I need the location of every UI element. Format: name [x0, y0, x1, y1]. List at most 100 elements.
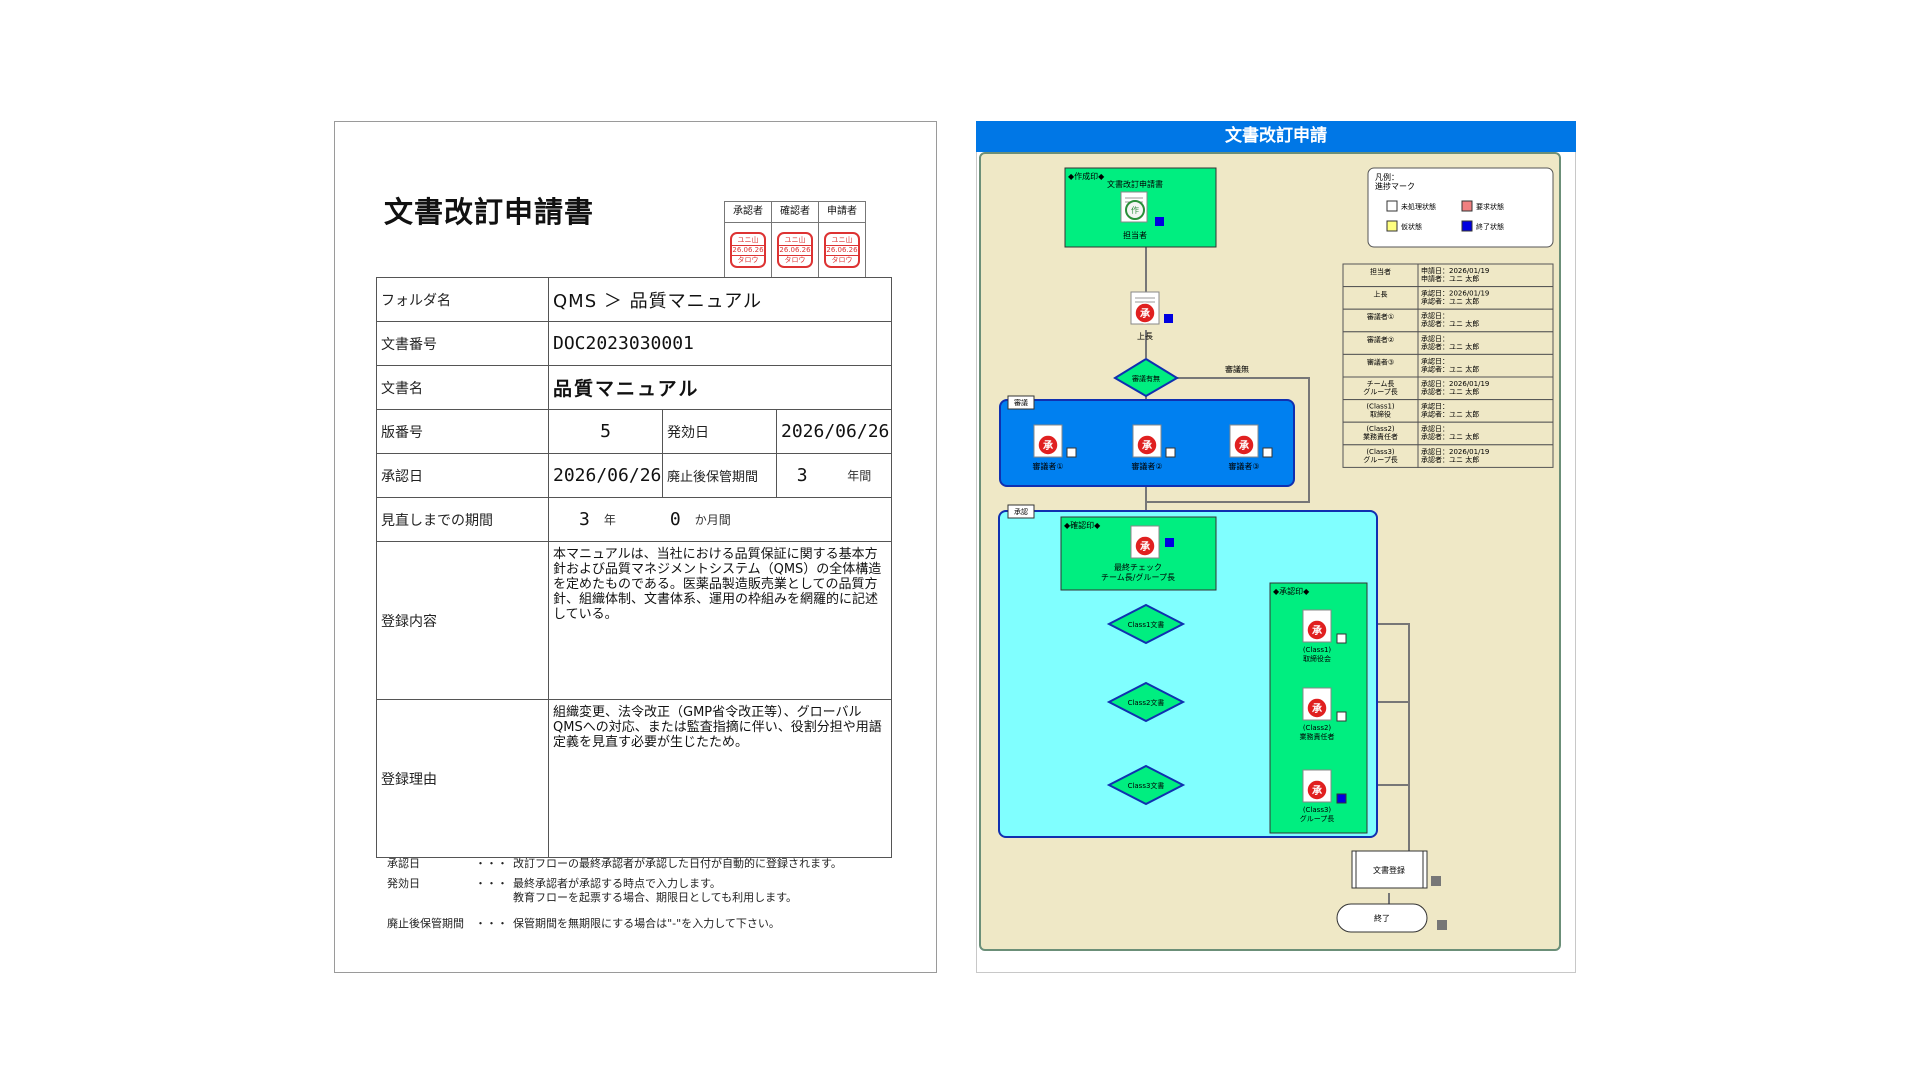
- row-version: 版番号 5 発効日 2026/06/26: [376, 410, 892, 454]
- status-detail: 承認者：ユニ 太郎: [1421, 387, 1479, 396]
- stamp-header-confirmer: 確認者: [772, 202, 818, 223]
- effective-date-value: 2026/06/26: [776, 410, 892, 453]
- doc-name-label: 文書名: [376, 366, 548, 409]
- approver-seal: ユニ山 26.06.26 タロウ: [730, 232, 766, 268]
- status-detail: 承認者：ユニ 太郎: [1421, 364, 1479, 373]
- status-row: 担当者 申請日：2026/01/19申請者：ユニ 太郎: [1342, 263, 1554, 288]
- status-row: チーム長グループ長 承認日：2026/01/19承認者：ユニ 太郎: [1342, 376, 1554, 401]
- status-row: (Class2)業務責任者 承認日：承認者：ユニ 太郎: [1342, 421, 1554, 446]
- boss-label: 上長: [1137, 332, 1153, 341]
- status-detail: 承認者：ユニ 太郎: [1421, 410, 1479, 419]
- svg-text:承: 承: [1142, 440, 1152, 452]
- review-years-unit: 年: [603, 513, 616, 527]
- status-row: 上長 承認日：2026/01/19承認者：ユニ 太郎: [1342, 286, 1554, 310]
- version-label: 版番号: [376, 410, 548, 453]
- end-status-mark: [1437, 920, 1447, 930]
- approval-date-value: 2026/06/26: [548, 454, 662, 497]
- form-grid: フォルダ名 QMS ＞ 品質マニュアル 文書番号 DOC2023030001 文…: [376, 277, 892, 858]
- approval-date-label: 承認日: [376, 454, 548, 497]
- document-title: 文書改訂申請書: [384, 195, 595, 229]
- status-row: (Class1)取締役 承認日：承認者：ユニ 太郎: [1342, 399, 1554, 423]
- review-period-cell: 3 年 0 か月間: [548, 498, 892, 541]
- retention-unit: 年間: [847, 469, 872, 483]
- legend-subtitle: 進捗マーク: [1375, 181, 1415, 191]
- note-effective-date: 発効日 ・・・ 最終承認者が承認する時点で入力します。: [387, 877, 721, 890]
- review-period-label: 見直しまでの期間: [376, 498, 548, 541]
- end-label: 終了: [1374, 913, 1390, 923]
- legend-item-completed: 終了状態: [1461, 220, 1504, 232]
- status-detail: 承認者：ユニ 太郎: [1421, 455, 1479, 464]
- legend-item-provisional: 仮状態: [1386, 220, 1422, 232]
- effective-date-label: 発効日: [662, 410, 776, 453]
- stamp-column-confirmer: 確認者 ユニ山 26.06.26 タロウ: [772, 202, 819, 277]
- stamp-column-applicant: 申請者 ユニ山 26.06.26 タロウ: [819, 202, 865, 277]
- svg-text:承: 承: [1312, 785, 1322, 797]
- register-label: 文書登録: [1373, 865, 1405, 875]
- doc-name-value: 品質マニュアル: [548, 366, 892, 409]
- svg-text:(Class1): (Class1): [1303, 646, 1332, 654]
- folder-label: フォルダ名: [376, 278, 548, 321]
- status-role: 上長: [1374, 290, 1388, 299]
- legend-item-unprocessed: 未処理状態: [1386, 200, 1436, 212]
- svg-text:終了状態: 終了状態: [1476, 222, 1504, 231]
- svg-text:作: 作: [1131, 205, 1139, 215]
- stamp-column-approver: 承認者 ユニ山 26.06.26 タロウ: [725, 202, 772, 277]
- status-detail: 承認日：2026/01/19: [1421, 289, 1489, 298]
- status-detail: 承認日：2026/01/19: [1421, 379, 1489, 388]
- row-folder: フォルダ名 QMS ＞ 品質マニュアル: [376, 278, 892, 322]
- create-node-person: 担当者: [1123, 230, 1147, 240]
- svg-text:グループ長: グループ長: [1300, 814, 1335, 823]
- status-role: (Class1): [1366, 403, 1395, 411]
- status-detail: 承認者：ユニ 太郎: [1421, 432, 1479, 441]
- status-row: 審議者① 承認日：承認者：ユニ 太郎: [1342, 308, 1554, 333]
- note-education-flow: 教育フローを起票する場合、期限日としても利用します。: [513, 891, 798, 904]
- row-content: 登録内容 本マニュアルは、当社における品質保証に関する基本方針および品質マネジメ…: [376, 542, 892, 700]
- status-role: 取締役: [1370, 410, 1391, 419]
- review-none-label: 審議無: [1225, 364, 1249, 374]
- register-status-mark: [1431, 876, 1441, 886]
- doc-number-label: 文書番号: [376, 322, 548, 365]
- status-detail: 承認日：: [1421, 356, 1449, 365]
- reason-label: 登録理由: [376, 700, 548, 857]
- class3-label: Class3文書: [1128, 781, 1165, 790]
- status-role: 審議者①: [1367, 312, 1394, 321]
- status-role: 業務責任者: [1363, 432, 1398, 441]
- status-detail: 承認日：: [1421, 402, 1449, 411]
- create-node-title: 文書改訂申請書: [1107, 179, 1163, 189]
- doc-number-value: DOC2023030001: [548, 322, 892, 365]
- content-label: 登録内容: [376, 542, 548, 699]
- create-document-icon: 作: [1120, 191, 1148, 223]
- status-role: グループ長: [1363, 387, 1398, 396]
- footnotes: 承認日 ・・・ 改訂フローの最終承認者が承認した日付が自動的に登録されます。 発効日…: [387, 857, 927, 931]
- review-years-value: 3: [579, 509, 590, 530]
- status-detail: 承認者：ユニ 太郎: [1421, 342, 1479, 351]
- note-retention: 廃止後保管期間 ・・・ 保管期間を無期限にする場合は"-"を入力して下さい。: [387, 917, 780, 930]
- status-table: 担当者 申請日：2026/01/19申請者：ユニ 太郎上長 承認日：2026/01/…: [1342, 263, 1554, 468]
- status-detail: 申請者：ユニ 太郎: [1421, 274, 1479, 283]
- application-form-document: 文書改訂申請書 承認者 ユニ山 26.06.26 タロウ 確認者 ユニ山 26.06.…: [334, 121, 937, 973]
- confirm-seal-icon: 承: [1130, 525, 1160, 559]
- svg-text:取締役会: 取締役会: [1303, 654, 1331, 663]
- legend-item-requested: 要求状態: [1461, 200, 1504, 212]
- status-role: (Class3): [1366, 448, 1395, 456]
- folder-value: QMS ＞ 品質マニュアル: [548, 278, 892, 321]
- review-months-unit: か月間: [694, 513, 731, 527]
- svg-text:承: 承: [1140, 541, 1150, 553]
- create-status-mark: [1155, 217, 1164, 226]
- confirm-node-header: ◆確認印◆: [1064, 520, 1101, 530]
- reviewer-1-label: 審議者①: [1032, 461, 1063, 471]
- status-detail: 承認日：: [1421, 424, 1449, 433]
- status-detail: 承認日：: [1421, 311, 1449, 320]
- review-months-value: 0: [669, 509, 681, 530]
- status-role: 審議者②: [1367, 335, 1394, 344]
- class1-label: Class1文書: [1128, 620, 1165, 629]
- stamp-header-approver: 承認者: [725, 202, 771, 223]
- status-row: (Class3)グループ長 承認日：2026/01/19承認者：ユニ 太郎: [1342, 444, 1554, 468]
- status-row: 審議者③ 承認日：承認者：ユニ 太郎: [1342, 353, 1554, 378]
- svg-text:業務責任者: 業務責任者: [1300, 732, 1335, 741]
- svg-text:承: 承: [1312, 625, 1322, 637]
- confirmer-seal: ユニ山 26.06.26 タロウ: [777, 232, 813, 268]
- svg-text:承: 承: [1140, 308, 1150, 320]
- applicant-seal: ユニ山 26.06.26 タロウ: [824, 232, 860, 268]
- status-role: 担当者: [1370, 267, 1391, 276]
